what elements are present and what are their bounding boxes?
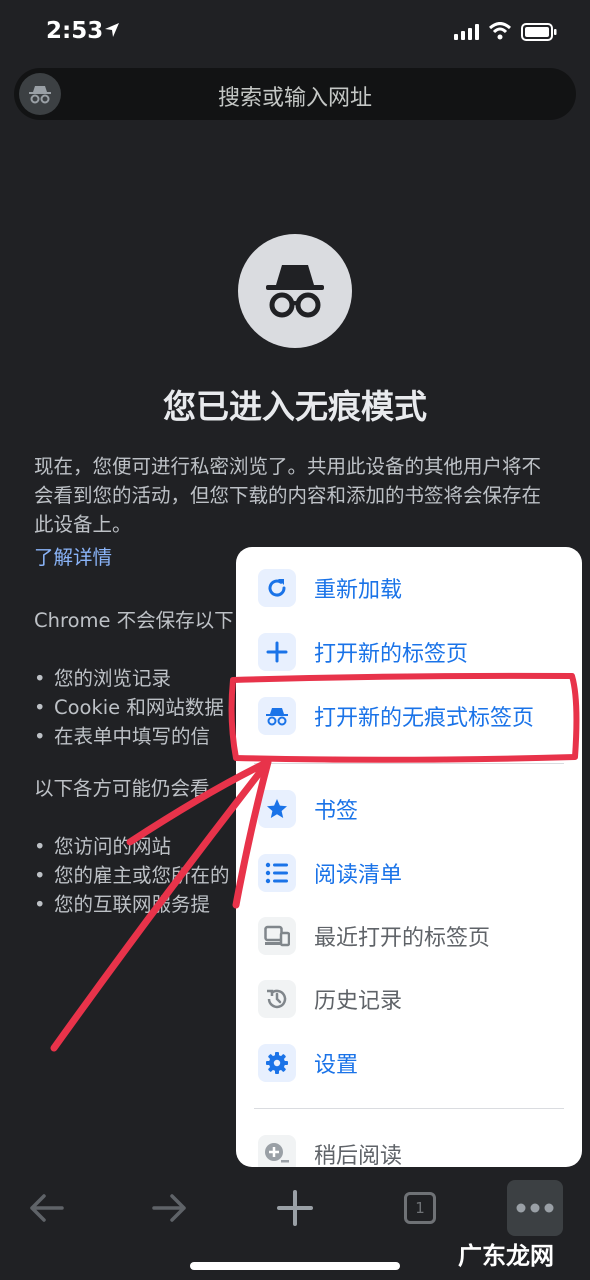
menu-item-reload[interactable]: 重新加载 — [236, 559, 582, 617]
omnibox-placeholder: 搜索或输入网址 — [217, 86, 372, 111]
list-icon — [258, 854, 296, 892]
arrow-left-icon — [30, 1194, 64, 1222]
more-menu-button[interactable] — [507, 1180, 563, 1236]
incognito-icon — [266, 265, 324, 318]
menu-item-label: 打开新的标签页 — [314, 642, 469, 667]
back-button[interactable] — [18, 1180, 74, 1236]
menu-divider — [254, 1108, 564, 1109]
menu-item-new-incognito-tab[interactable]: 打开新的无痕式标签页 — [236, 687, 582, 745]
status-bar: 2:53 — [0, 0, 590, 62]
menu-item-bookmarks[interactable]: 书签 — [236, 780, 582, 838]
menu-item-label: 设置 — [314, 1053, 359, 1078]
incognito-intro: 现在，您便可进行私密浏览了。共用此设备的其他用户将不会看到您的活动，但您下载的内… — [34, 455, 542, 536]
incognito-logo — [238, 234, 352, 348]
menu-item-recent-tabs[interactable]: 最近打开的标签页 — [236, 907, 582, 965]
add-reading-icon — [258, 1135, 296, 1167]
overflow-menu: 重新加载 打开新的标签页 打开新的无痕式标签页 书签 阅读清单 最近打开的标签页… — [236, 547, 582, 1167]
omnibox[interactable]: 搜索或输入网址 — [14, 68, 576, 120]
new-tab-button[interactable] — [267, 1180, 323, 1236]
location-arrow-icon — [105, 23, 119, 37]
menu-item-label: 稍后阅读 — [314, 1144, 403, 1167]
menu-item-label: 最近打开的标签页 — [314, 926, 491, 951]
incognito-icon — [258, 697, 296, 735]
plus-icon — [277, 1190, 313, 1226]
menu-item-label: 重新加载 — [314, 578, 403, 603]
menu-item-label: 书签 — [314, 799, 359, 824]
menu-item-label: 打开新的无痕式标签页 — [314, 706, 535, 731]
history-icon — [258, 980, 296, 1018]
menu-item-label: 历史记录 — [314, 989, 403, 1014]
arrow-right-icon — [152, 1194, 186, 1222]
tab-count: 1 — [404, 1192, 436, 1224]
star-icon — [258, 790, 296, 828]
menu-item-settings[interactable]: 设置 — [236, 1034, 582, 1092]
more-dots-icon — [516, 1203, 554, 1213]
home-indicator[interactable] — [190, 1262, 400, 1270]
menu-item-new-tab[interactable]: 打开新的标签页 — [236, 623, 582, 681]
forward-button[interactable] — [142, 1180, 198, 1236]
reload-icon — [258, 569, 296, 607]
wifi-icon — [489, 22, 511, 40]
menu-item-history[interactable]: 历史记录 — [236, 970, 582, 1028]
tab-switcher-button[interactable]: 1 — [392, 1180, 448, 1236]
page-title: 您已进入无痕模式 — [163, 387, 427, 426]
plus-icon — [258, 633, 296, 671]
menu-divider — [254, 763, 564, 764]
menu-item-label: 阅读清单 — [314, 863, 403, 888]
battery-icon — [521, 23, 557, 41]
watermark: 广东龙网 — [458, 1241, 554, 1270]
cellular-signal-icon — [454, 24, 479, 40]
menu-item-read-later[interactable]: 稍后阅读 — [236, 1125, 582, 1167]
gear-icon — [258, 1044, 296, 1082]
menu-item-reading-list[interactable]: 阅读清单 — [236, 844, 582, 902]
devices-icon — [258, 917, 296, 955]
status-time: 2:53 — [46, 18, 104, 44]
